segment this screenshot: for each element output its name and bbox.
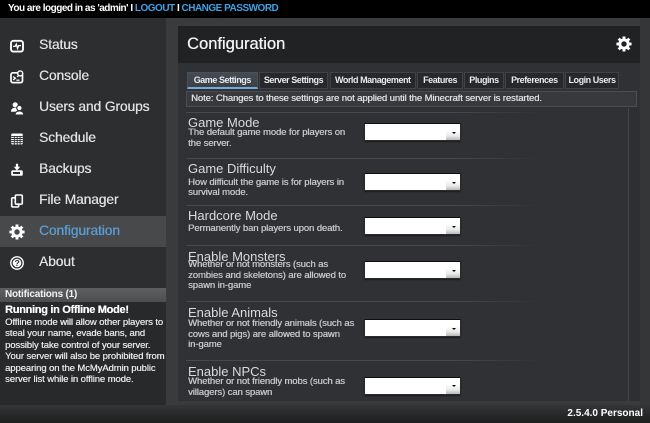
svg-text:?: ? [14, 258, 19, 268]
